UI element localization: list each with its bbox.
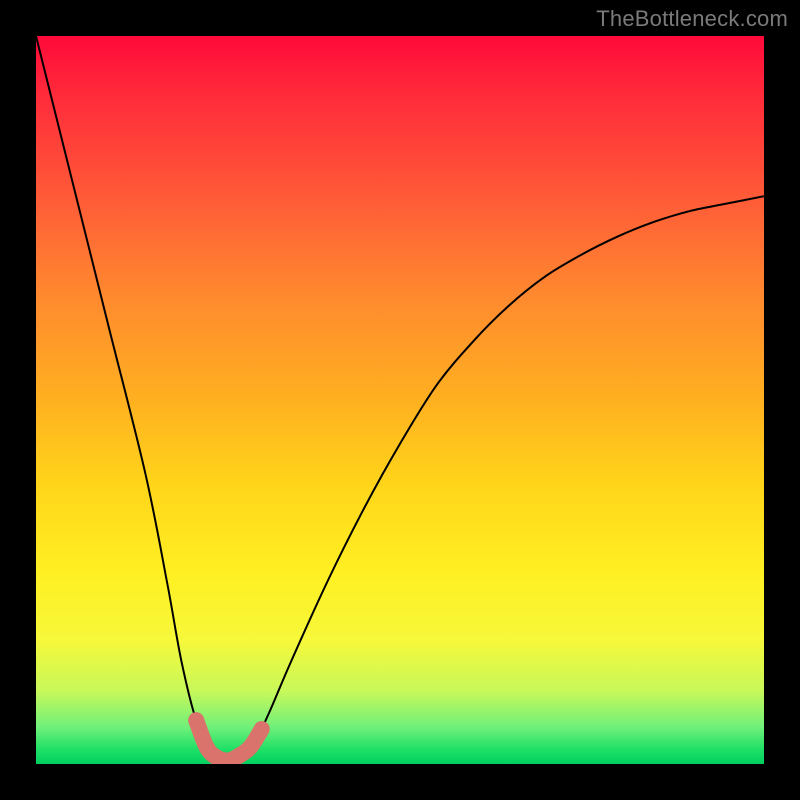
bottleneck-curve bbox=[36, 36, 764, 761]
optimal-region-dot bbox=[254, 721, 270, 737]
optimal-region-dot bbox=[243, 739, 259, 755]
chart-frame: TheBottleneck.com bbox=[0, 0, 800, 800]
watermark-text: TheBottleneck.com bbox=[596, 6, 788, 32]
optimal-region-dot bbox=[188, 712, 204, 728]
plot-area bbox=[36, 36, 764, 764]
bottleneck-curve-svg bbox=[36, 36, 764, 764]
